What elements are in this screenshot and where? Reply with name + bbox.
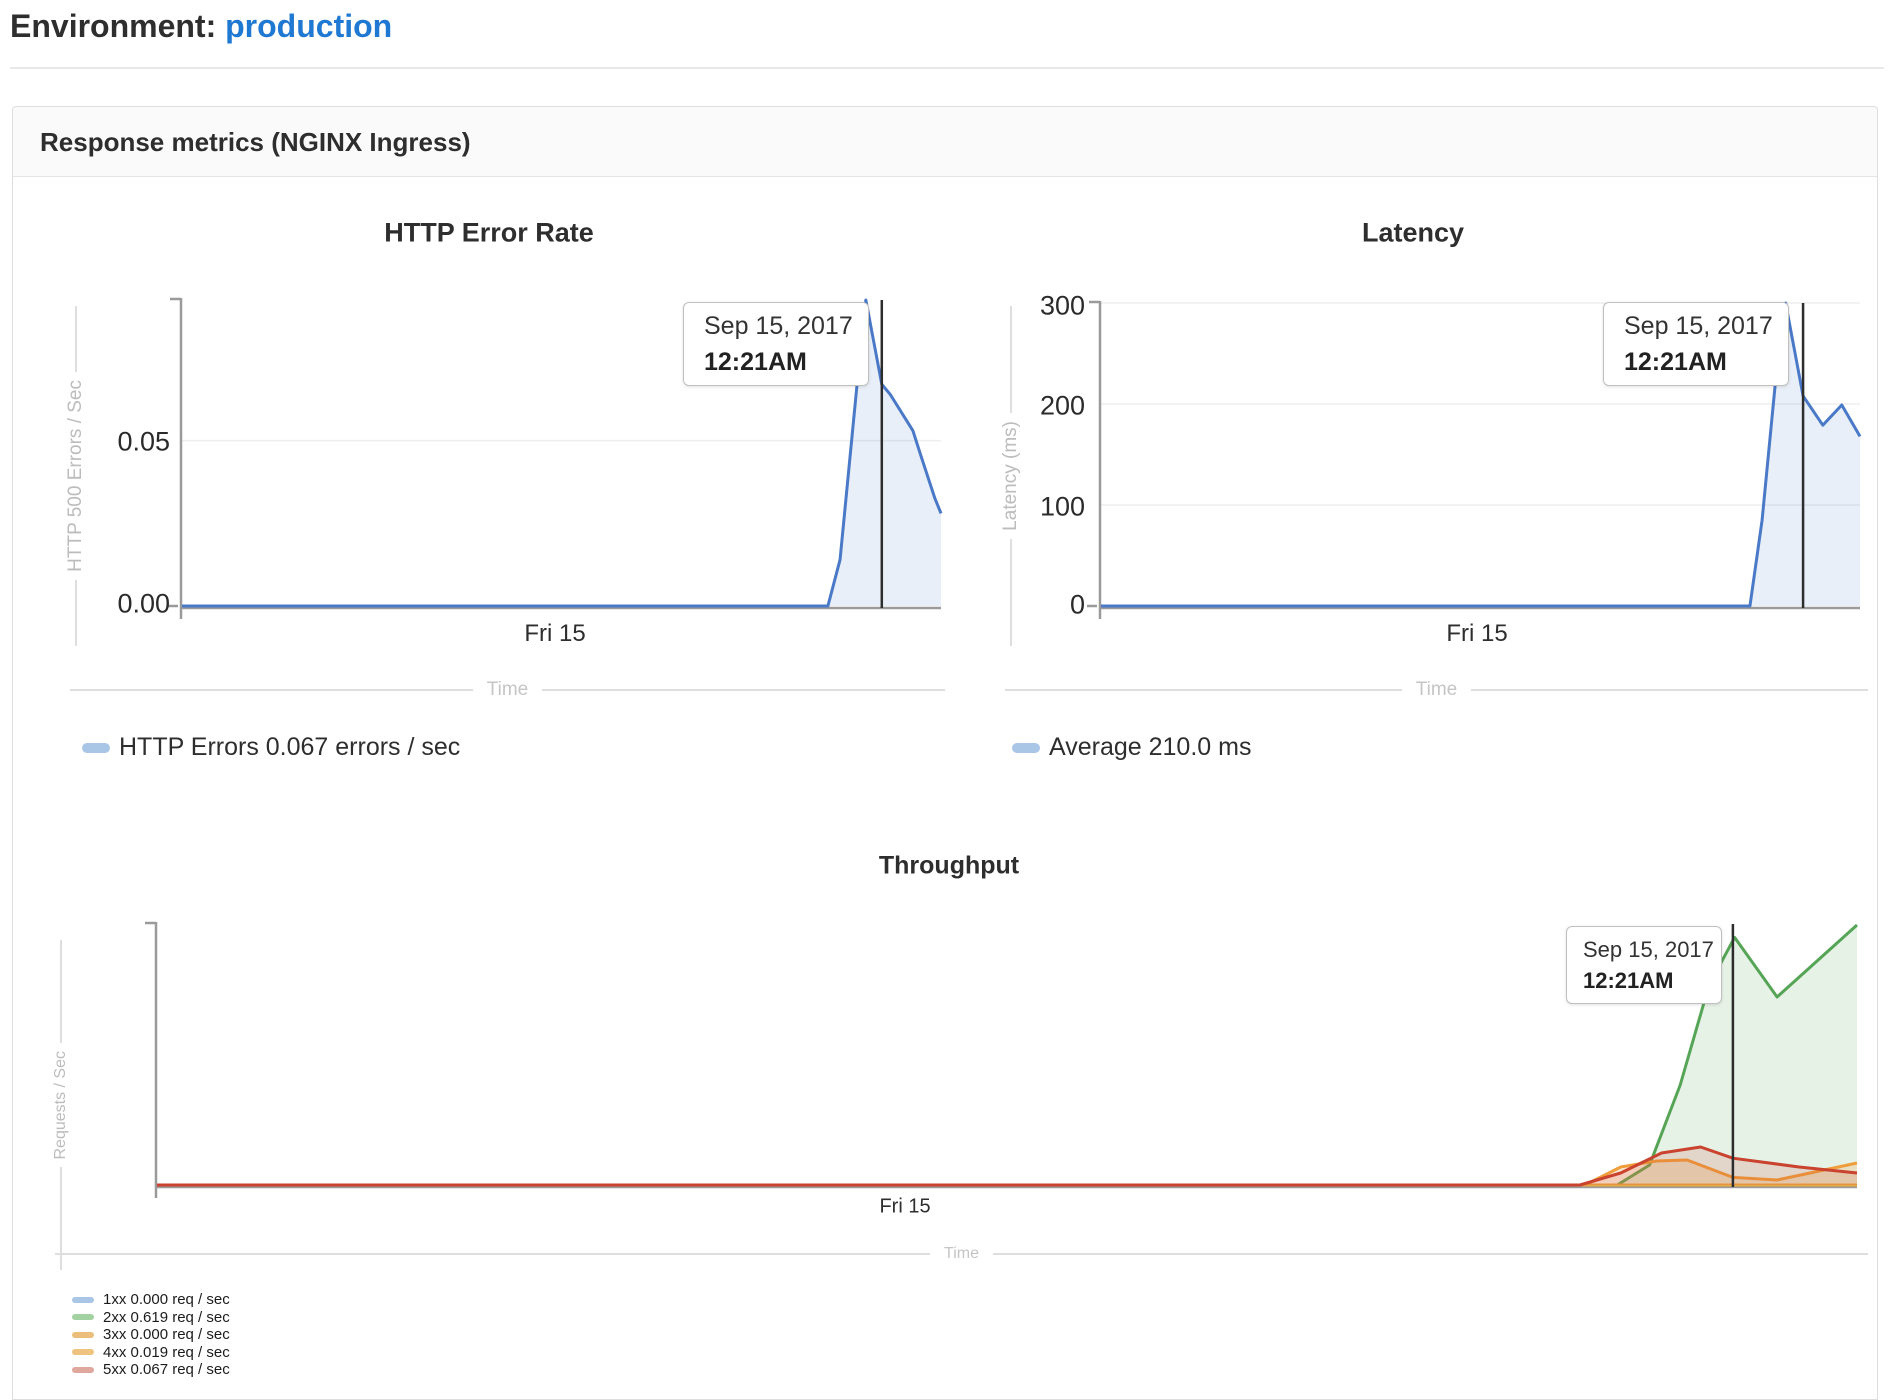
- y-axis-label: Latency (ms): [999, 306, 1023, 646]
- legend-swatch: [72, 1314, 94, 1320]
- chart-title-http-error-rate: HTTP Error Rate: [384, 218, 594, 249]
- legend-label: 3xx 0.000 req / sec: [103, 1326, 230, 1343]
- x-tick: Fri 15: [879, 1196, 930, 1219]
- y-axis-label: Requests / Sec: [49, 940, 73, 1270]
- legend-row: 5xx 0.067 req / sec: [72, 1361, 230, 1379]
- x-axis-label: Time: [1005, 679, 1868, 701]
- x-axis-label-text: Time: [944, 1245, 979, 1263]
- legend-swatch: [72, 1332, 94, 1338]
- axis-label-line: [542, 689, 945, 691]
- tooltip-time: 12:21AM: [1583, 968, 1721, 994]
- x-axis-label: Time: [70, 679, 945, 701]
- legend-row: 4xx 0.019 req / sec: [72, 1344, 230, 1362]
- legend-swatch: [72, 1367, 94, 1373]
- legend-label: 4xx 0.019 req / sec: [103, 1344, 230, 1361]
- axis-label-line: [75, 580, 77, 646]
- y-tick: 0: [1070, 590, 1085, 621]
- chart-title-throughput: Throughput: [879, 852, 1019, 881]
- chart-tooltip: Sep 15, 2017 12:21AM: [1603, 302, 1789, 386]
- axis-label-line: [70, 689, 473, 691]
- x-axis-label-text: Time: [487, 679, 529, 701]
- chart-title-latency: Latency: [1362, 218, 1464, 249]
- y-tick: 0.00: [117, 589, 170, 620]
- x-axis-label: Time: [55, 1243, 1868, 1265]
- legend-label: 2xx 0.619 req / sec: [103, 1309, 230, 1326]
- legend-swatch: [1012, 743, 1040, 753]
- x-tick: Fri 15: [524, 620, 585, 648]
- legend-row: 1xx 0.000 req / sec: [72, 1291, 230, 1309]
- y-tick: 300: [1040, 291, 1085, 322]
- x-tick: Fri 15: [1446, 620, 1507, 648]
- tooltip-time: 12:21AM: [704, 348, 868, 377]
- y-axis-label-text: HTTP 500 Errors / Sec: [65, 380, 87, 572]
- legend-label: Average 210.0 ms: [1049, 733, 1251, 762]
- y-axis-label: HTTP 500 Errors / Sec: [64, 306, 88, 646]
- legend-average-latency: Average 210.0 ms: [1012, 733, 1251, 762]
- axis-label-line: [55, 1253, 930, 1255]
- y-axis-label-text: Latency (ms): [1000, 421, 1022, 531]
- y-tick: 0.05: [117, 427, 170, 458]
- y-tick: 200: [1040, 391, 1085, 422]
- x-axis-label-text: Time: [1416, 679, 1458, 701]
- legend-row: 3xx 0.000 req / sec: [72, 1326, 230, 1344]
- chart-tooltip: Sep 15, 2017 12:21AM: [683, 302, 869, 386]
- legend-swatch: [72, 1297, 94, 1303]
- axis-label-line: [1005, 689, 1402, 691]
- y-axis-label-text: Requests / Sec: [52, 1051, 70, 1160]
- legend-http-errors: HTTP Errors 0.067 errors / sec: [82, 733, 460, 762]
- legend-row: 2xx 0.619 req / sec: [72, 1309, 230, 1327]
- axis-label-line: [1010, 306, 1012, 413]
- axis-label-line: [75, 306, 77, 372]
- tooltip-date: Sep 15, 2017: [1583, 937, 1721, 963]
- axis-label-line: [60, 940, 62, 1043]
- chart-tooltip: Sep 15, 2017 12:21AM: [1566, 926, 1722, 1004]
- y-tick: 100: [1040, 492, 1085, 523]
- legend-swatch: [72, 1349, 94, 1355]
- tooltip-time: 12:21AM: [1624, 348, 1788, 377]
- axis-label-line: [993, 1253, 1868, 1255]
- axis-label-line: [1471, 689, 1868, 691]
- tooltip-date: Sep 15, 2017: [1624, 312, 1788, 341]
- legend-label: HTTP Errors 0.067 errors / sec: [119, 733, 460, 762]
- legend-throughput: 1xx 0.000 req / sec 2xx 0.619 req / sec …: [72, 1291, 230, 1379]
- legend-label: 5xx 0.067 req / sec: [103, 1361, 230, 1378]
- environment-metrics-page: Environment: production Response metrics…: [0, 0, 1892, 1400]
- tooltip-date: Sep 15, 2017: [704, 312, 868, 341]
- axis-label-line: [60, 1167, 62, 1270]
- legend-label: 1xx 0.000 req / sec: [103, 1291, 230, 1308]
- legend-swatch: [82, 743, 110, 753]
- axis-label-line: [1010, 539, 1012, 646]
